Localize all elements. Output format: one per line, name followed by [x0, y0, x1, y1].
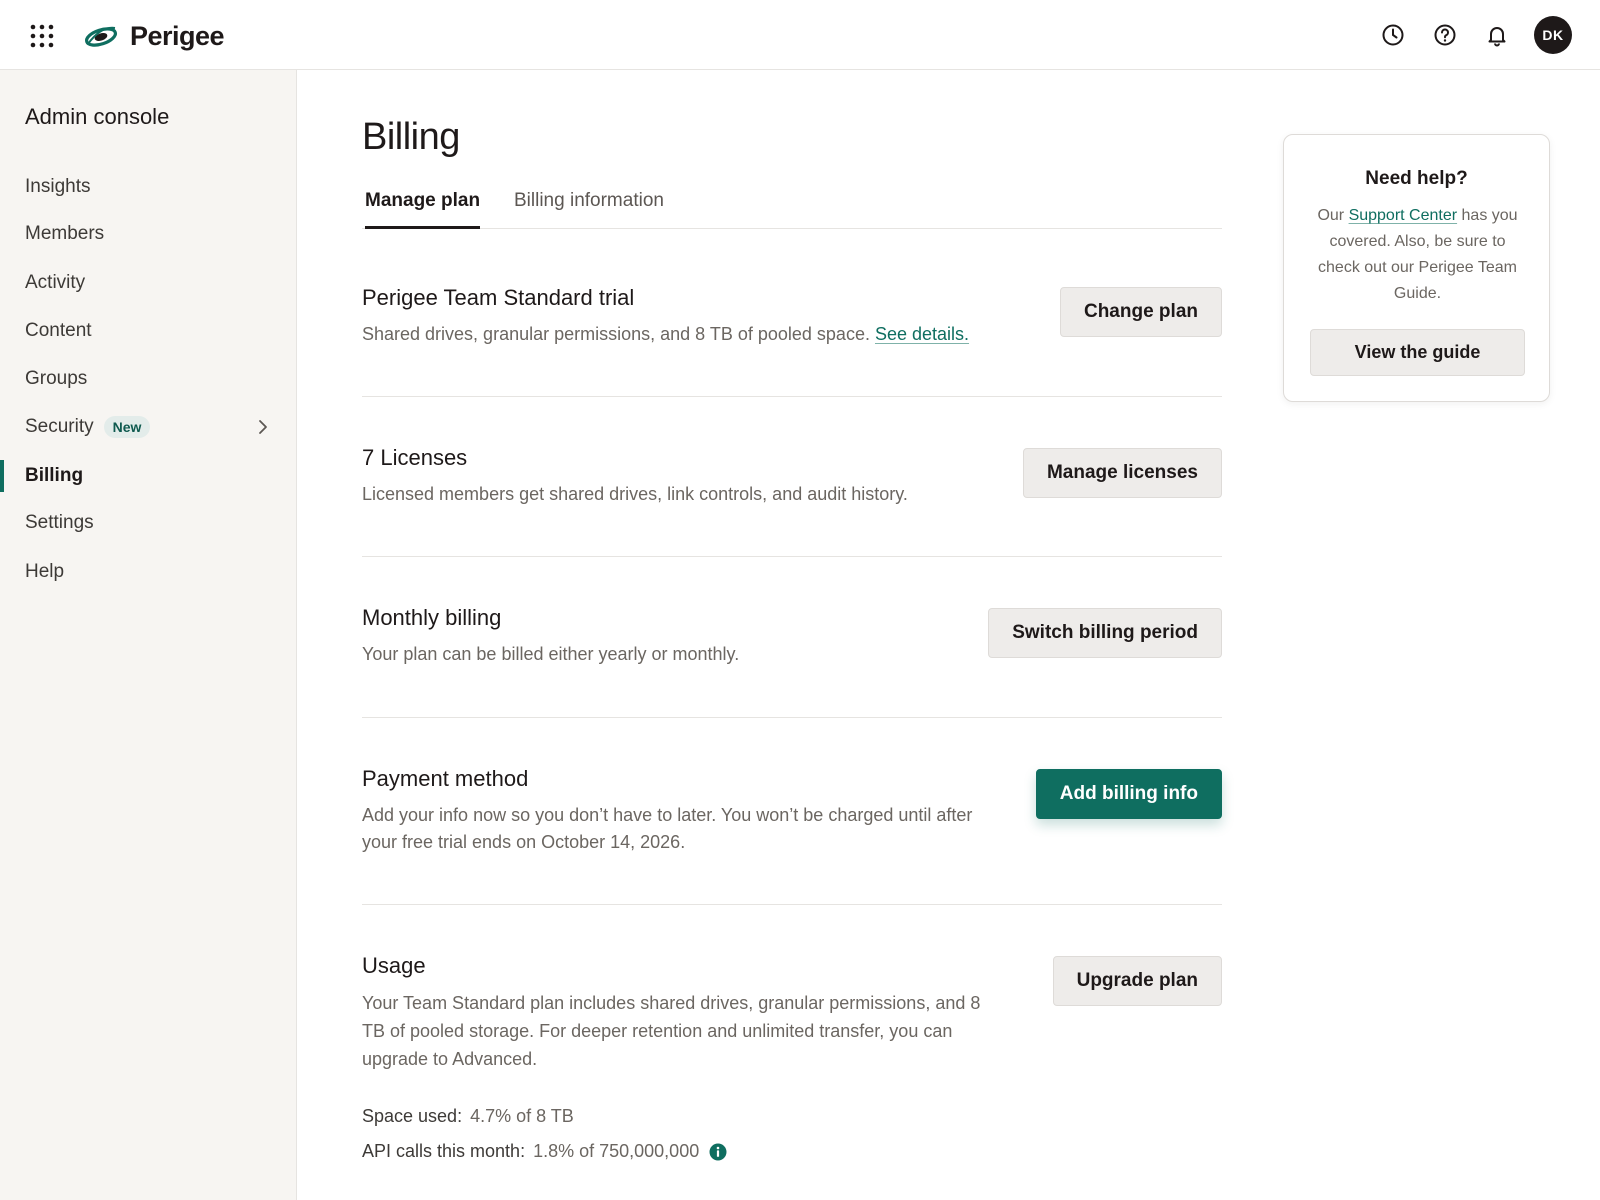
- chevron-right-icon: [259, 420, 267, 434]
- tab-bar: Manage plan Billing information: [362, 184, 1222, 229]
- divider: [362, 904, 1222, 905]
- api-calls-row: API calls this month: 1.8% of 750,000,00…: [362, 1141, 727, 1162]
- app-logo[interactable]: Perigee: [84, 20, 225, 52]
- section-description: Licensed members get shared drives, link…: [362, 484, 908, 504]
- api-calls-label: API calls this month:: [362, 1141, 526, 1161]
- divider: [362, 717, 1222, 718]
- section-description: Shared drives, granular permissions, and…: [362, 321, 1042, 348]
- sidebar-item-billing[interactable]: Billing: [0, 456, 296, 496]
- sidebar-item-groups[interactable]: Groups: [0, 359, 296, 399]
- bell-icon[interactable]: [1483, 21, 1511, 49]
- sidebar-item-help[interactable]: Help: [0, 552, 296, 592]
- sidebar-item-activity[interactable]: Activity: [0, 263, 296, 303]
- space-used-value: 4.7% of 8 TB: [470, 1106, 574, 1126]
- help-text-before: Our: [1317, 207, 1349, 224]
- sidebar-item-settings[interactable]: Settings: [0, 503, 296, 543]
- top-bar: Perigee DK: [0, 0, 1600, 70]
- licenses-section: 7 Licenses Licensed members get shared d…: [362, 445, 1222, 505]
- sidebar-item-label: Content: [25, 320, 92, 341]
- apps-grid-icon[interactable]: [28, 22, 56, 50]
- usage-section: Usage Your Team Standard plan includes s…: [362, 953, 1222, 1173]
- sidebar-item-members[interactable]: Members: [0, 214, 296, 254]
- avatar[interactable]: DK: [1534, 16, 1572, 54]
- api-calls-value: 1.8% of 750,000,000: [533, 1141, 700, 1161]
- space-used-row: Space used: 4.7% of 8 TB: [362, 1106, 574, 1127]
- info-icon[interactable]: [709, 1143, 727, 1161]
- billing-period-section: Monthly billing Your plan can be billed …: [362, 605, 1222, 665]
- sidebar-item-label: Groups: [25, 368, 88, 389]
- change-plan-button[interactable]: Change plan: [1059, 287, 1222, 337]
- space-used-label: Space used:: [362, 1106, 463, 1126]
- sidebar-item-security[interactable]: Security New: [0, 407, 296, 447]
- tab-billing-information[interactable]: Billing information: [514, 190, 664, 226]
- perigee-logo-icon: [84, 26, 118, 47]
- help-icon[interactable]: [1431, 21, 1459, 49]
- see-details-link[interactable]: See details.: [875, 324, 969, 344]
- sidebar-item-label: Activity: [25, 272, 86, 293]
- section-description: Your Team Standard plan includes shared …: [362, 993, 981, 1069]
- sidebar-item-label: Help: [25, 561, 65, 582]
- section-title: Perigee Team Standard trial: [362, 285, 635, 310]
- help-card: Need help? Our Support Center has you co…: [1283, 134, 1550, 402]
- view-guide-button[interactable]: View the guide: [1310, 329, 1525, 376]
- help-card-title: Need help?: [1365, 168, 1468, 189]
- add-billing-info-button[interactable]: Add billing info: [1035, 769, 1222, 819]
- sidebar-item-label: Members: [25, 223, 105, 244]
- new-badge: New: [103, 416, 151, 438]
- upgrade-plan-button[interactable]: Upgrade plan: [1052, 956, 1222, 1006]
- section-title: Usage: [362, 953, 426, 978]
- sidebar-item-label: Insights: [25, 176, 91, 197]
- support-center-link[interactable]: Support Center: [1349, 207, 1458, 224]
- section-title: Monthly billing: [362, 605, 502, 630]
- sidebar-item-label: Billing: [25, 465, 84, 486]
- section-description: Your plan can be billed either yearly or…: [362, 644, 740, 664]
- divider: [362, 396, 1222, 397]
- help-card-text: Our Support Center has you covered. Also…: [1308, 203, 1527, 307]
- section-description: Add your info now so you don’t have to l…: [362, 805, 973, 852]
- app-name: Perigee: [130, 20, 225, 51]
- manage-licenses-button[interactable]: Manage licenses: [1022, 448, 1222, 498]
- sidebar-item-content[interactable]: Content: [0, 311, 296, 351]
- sidebar-item-insights[interactable]: Insights: [0, 167, 296, 207]
- sidebar-title: Admin console: [25, 104, 170, 129]
- tab-manage-plan[interactable]: Manage plan: [365, 190, 481, 229]
- plan-section: Perigee Team Standard trial Shared drive…: [362, 285, 1222, 345]
- divider: [362, 556, 1222, 557]
- description-text: Shared drives, granular permissions, and…: [362, 324, 870, 344]
- section-title: 7 Licenses: [362, 445, 468, 470]
- sidebar-item-label: Security: [25, 416, 94, 437]
- section-title: Payment method: [362, 766, 529, 791]
- page-title: Billing: [362, 116, 460, 158]
- sidebar-item-label: Settings: [25, 512, 94, 533]
- history-icon[interactable]: [1379, 21, 1407, 49]
- payment-method-section: Payment method Add your info now so you …: [362, 766, 1222, 856]
- switch-billing-period-button[interactable]: Switch billing period: [988, 608, 1222, 658]
- sidebar: Admin console Insights Members Activity …: [0, 70, 297, 1200]
